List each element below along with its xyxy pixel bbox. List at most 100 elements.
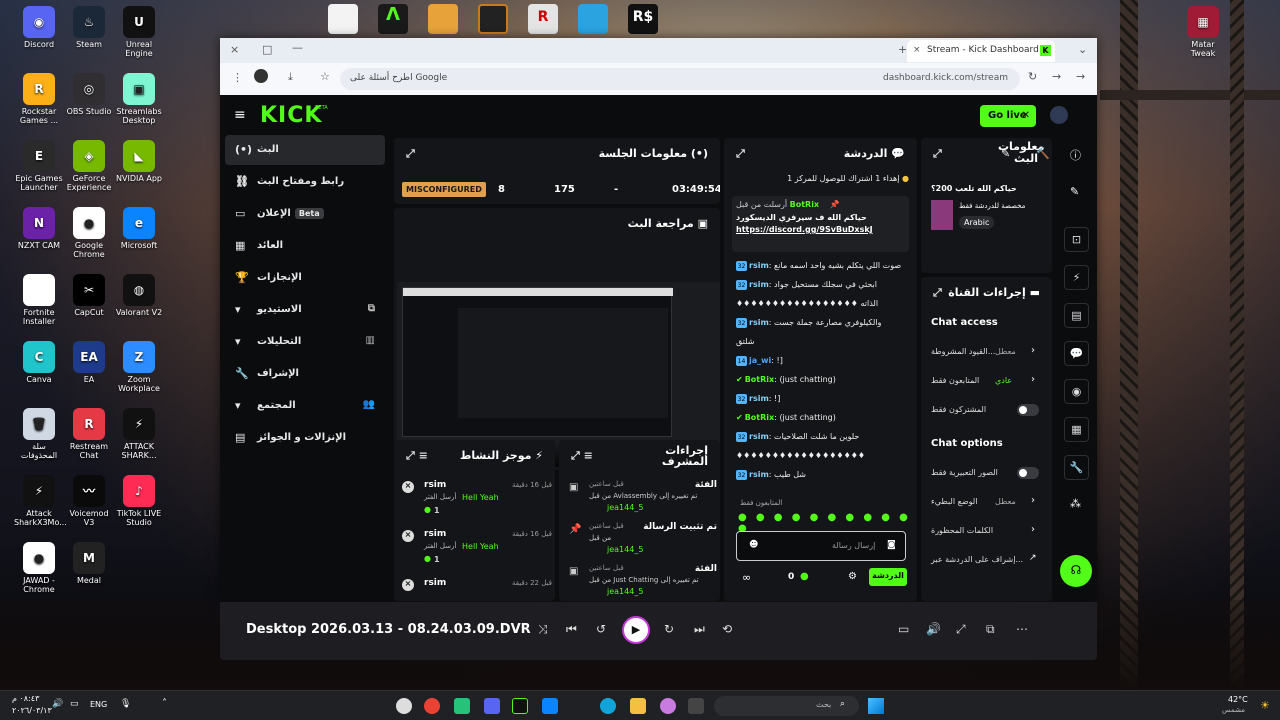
more-icon[interactable]: ⋯ [1016,622,1028,636]
sidebar-item[interactable]: ▭ الإعلان Beta [225,199,385,229]
rockstar-icon[interactable]: R [528,4,558,34]
desktop-icon-matar-tweak[interactable]: ▦ Matar Tweak [1178,6,1228,58]
new-tab-button[interactable]: + [898,43,907,56]
chat-message[interactable]: ♦♦♦♦♦♦♦♦♦♦♦♦♦♦♦♦♦ الذاته [736,298,911,309]
desktop-icon[interactable]: ◍ Valorant V2 [114,274,164,317]
desktop-icon[interactable]: ⚡ ATTACK SHARK... [114,408,164,460]
desktop-icon[interactable]: EA EA [64,341,114,384]
rewind-icon[interactable]: ↺ [596,622,606,636]
sidebar-item[interactable]: ▤ الإنزالات و الجوائز [225,423,385,453]
layout-icon[interactable]: ▦ [1064,417,1089,442]
language-indicator[interactable]: ENG [90,700,107,709]
chat-message[interactable]: 32 rsim: صوت اللي يتكلم بشيه واحد اسمه ما… [736,260,911,271]
desktop-icon[interactable]: ● JAWAD - Chrome [14,542,64,594]
hamburger-icon[interactable]: ≡ [234,107,246,123]
activity-user[interactable]: rsim [424,529,446,539]
chat-option-row[interactable]: الكلمات المحظورة › [921,521,1052,541]
desktop-icon[interactable]: R Restream Chat [64,408,114,460]
desktop-icon[interactable]: E Epic Games Launcher [14,140,64,192]
chat-message[interactable]: 32 rsim: !] [736,393,911,404]
chat-access-row[interactable]: المشتركون فقط [921,400,1052,420]
chat-message[interactable]: ♦♦♦♦♦♦♦♦♦♦♦♦♦♦♦♦♦♦ [736,450,911,461]
expand-icon[interactable]: ⤢ ≡ [571,449,593,463]
chat-username[interactable]: rsim [749,394,769,403]
back-icon[interactable]: → [1076,70,1085,83]
expand-icon[interactable]: ⤢ [933,147,942,161]
sidebar-item[interactable]: ▾ التحليلات ▥ [225,327,385,357]
stumble-icon[interactable] [578,4,608,34]
chat-message[interactable]: 32 rsim: شل طيب [736,469,911,480]
taskbar-search[interactable]: بحث ⌕ [714,696,859,716]
toggle-switch[interactable] [1017,404,1039,416]
bolt-icon[interactable]: ⚡ [1064,265,1089,290]
go-live-button[interactable]: Go live ✕ [980,105,1036,127]
desktop-icon[interactable]: ● Google Chrome [64,207,114,259]
desktop-icon[interactable]: ◣ NVIDIA App [114,140,164,183]
desktop-icon[interactable]: R Rockstar Games ... [14,73,64,125]
sidebar-item[interactable]: (•) البث [225,135,385,165]
download-icon[interactable]: ⤓ [288,70,293,84]
discord-taskbar-icon[interactable] [484,698,500,714]
star-icon[interactable]: ☆ [320,70,330,83]
network-tray-icon[interactable]: ▭ [70,699,79,709]
omnibox[interactable]: اطرح أسئلة على Google dashboard.kick.com… [340,68,1020,90]
desktop-icon[interactable]: U Unreal Engine [114,6,164,58]
desktop-icon[interactable]: C Canva [14,341,64,384]
chat-username[interactable]: rsim [749,261,769,270]
chat-username[interactable]: rsim [749,280,769,289]
desktop-icon[interactable]: Z Zoom Workplace [114,341,164,393]
chat-input[interactable]: إرسال رسالة ☻ ◙ [736,531,906,561]
broadcast-icon[interactable]: ◉ [1064,379,1089,404]
play-button[interactable]: ▶ [622,616,650,644]
chrome-taskbar-icon[interactable] [424,698,440,714]
chat-option-row[interactable]: إشراف على الدردشة عبر... ↗ [921,550,1052,570]
cast-icon[interactable]: ⧉ [986,622,995,637]
chat-access-row[interactable]: القيود المشروطة... معطل › [921,342,1052,362]
expand-icon[interactable]: ⤢ [736,147,745,161]
copilot-taskbar-icon[interactable] [660,698,676,714]
close-window-button[interactable]: × [230,43,239,56]
sidebar-item[interactable]: ▾ الاستيديو ⧉ [225,295,385,325]
qr-icon[interactable]: ⊡ [1064,227,1089,252]
sidebar-item[interactable]: 🔧 الإشراف [225,359,385,389]
chat-username[interactable]: BotRix [745,375,774,384]
file-icon[interactable] [328,4,358,34]
mod-action-user[interactable]: jea144_5 [607,587,643,596]
info-icon[interactable]: ⓘ [1070,147,1081,163]
app-icon[interactable]: Λ [378,4,408,34]
chat-option-row[interactable]: الصور التعبيرية فقط [921,463,1052,483]
repeat-off-icon[interactable]: ⟲ [722,622,732,636]
category-name[interactable]: مخصصة للدردشة فقط [959,202,1025,210]
sidebar-item[interactable]: ⛓ رابط ومفتاح البث [225,167,385,197]
forward-icon[interactable]: → [1052,70,1061,83]
tab-kick-dashboard[interactable]: × Stream - Kick Dashboard K [907,40,1055,62]
chat-message[interactable]: 32 rsim: حلوين ما شلت الصلاحيات [736,431,911,442]
chat-username[interactable]: BotRix [745,413,774,422]
desktop-icon[interactable]: 〰 Voicemod V3 [64,475,114,527]
sidebar-item[interactable]: ▦ العائد [225,231,385,261]
chat-username[interactable]: ja_wi [749,356,771,365]
chat-username[interactable]: rsim [749,470,769,479]
chat-message[interactable]: ✔ BotRix: (just chatting) [736,412,911,423]
desktop-icon[interactable]: e Microsoft [114,207,164,250]
sidebar-item[interactable]: ▾ المجتمع 👥 [225,391,385,421]
activity-user[interactable]: rsim [424,480,446,490]
volume-icon[interactable]: 🔊 [926,622,941,636]
chat-message[interactable]: شلتق [736,336,911,347]
app-taskbar-icon[interactable] [454,698,470,714]
shuffle-icon[interactable]: ⤨ [538,622,548,637]
desktop-icon[interactable]: ◎ OBS Studio [64,73,114,116]
chat-username[interactable]: rsim [749,318,769,327]
sidebar-item[interactable]: 🏆 الإنجازات [225,263,385,293]
chat-message[interactable]: 32 rsim: ابحثي في سجلك مستحيل جواد [736,279,911,290]
blackops-icon[interactable] [478,4,508,34]
send-icon[interactable]: ◙ [887,540,896,550]
kick-logo[interactable]: KICK [260,103,322,128]
rs-icon[interactable]: R$ [628,4,658,34]
mod-action-user[interactable]: jea144_5 [607,545,643,554]
activity-user[interactable]: rsim [424,578,446,588]
chat-message[interactable]: 32 rsim: والكيلوفري مصارعة جملة جست [736,317,911,328]
media-tray-button[interactable] [396,698,412,714]
taskview-taskbar-icon[interactable] [688,698,704,714]
desktop-icon[interactable]: 🗑 سلة المحذوفات [14,408,64,460]
